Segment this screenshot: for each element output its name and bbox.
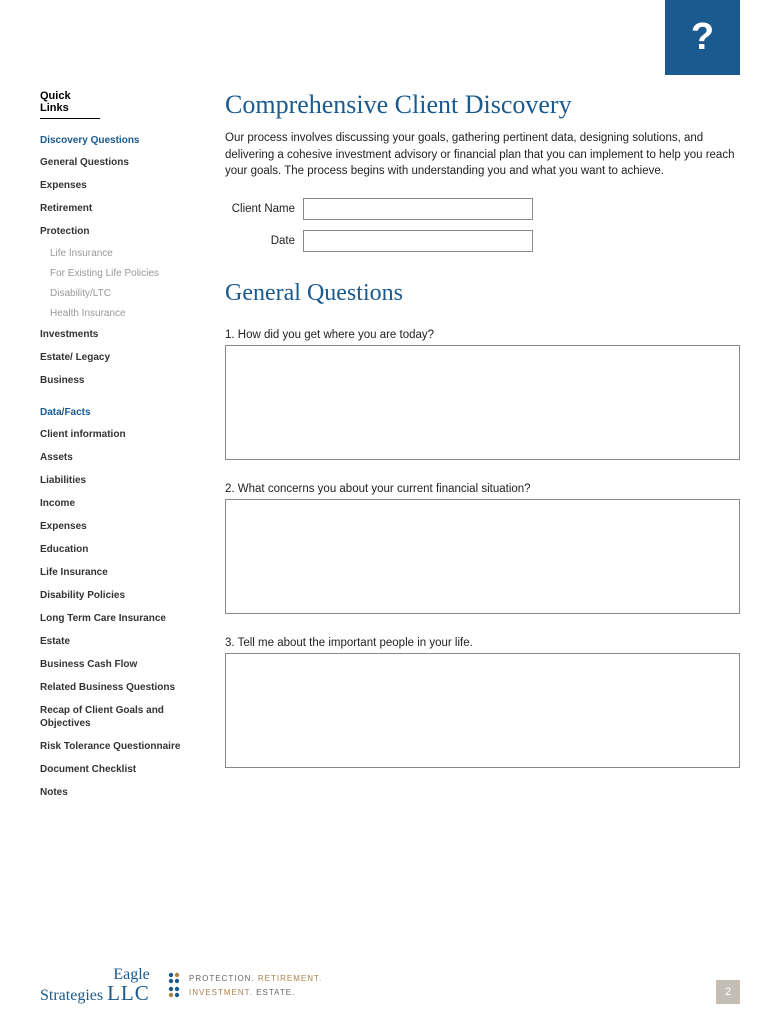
sidebar: Quick Links Discovery Questions General … (40, 90, 215, 809)
q2-label: 2. What concerns you about your current … (225, 483, 740, 495)
nav-general-questions[interactable]: General Questions (40, 156, 215, 169)
nav-life-insurance[interactable]: Life Insurance (50, 248, 215, 259)
nav-business[interactable]: Business (40, 374, 215, 387)
nav-risk-tolerance[interactable]: Risk Tolerance Questionnaire (40, 740, 215, 753)
nav-long-term-care[interactable]: Long Term Care Insurance (40, 612, 215, 625)
q1-textarea[interactable] (225, 345, 740, 460)
nav-recap-goals[interactable]: Recap of Client Goals and Objectives (40, 704, 215, 730)
nav-related-business[interactable]: Related Business Questions (40, 681, 215, 694)
q2-textarea[interactable] (225, 499, 740, 614)
nav-assets[interactable]: Assets (40, 451, 215, 464)
nav-existing-life[interactable]: For Existing Life Policies (50, 268, 215, 279)
tagline: PROTECTION. RETIREMENT. INVESTMENT. ESTA… (168, 972, 322, 1000)
footer: Eagle Strategies LLC PROTECTION. RETIREM… (40, 967, 740, 1004)
tag-protection: PROTECTION. (189, 974, 255, 983)
q3-textarea[interactable] (225, 653, 740, 768)
page-title: Comprehensive Client Discovery (225, 90, 740, 120)
dots-icon (168, 986, 182, 1000)
nav-notes[interactable]: Notes (40, 786, 215, 799)
page-number: 2 (716, 980, 740, 1004)
date-input[interactable] (303, 230, 533, 252)
logo-line-2b: LLC (107, 981, 150, 1005)
nav-disability-policies[interactable]: Disability Policies (40, 589, 215, 602)
nav-business-cash-flow[interactable]: Business Cash Flow (40, 658, 215, 671)
q3-label: 3. Tell me about the important people in… (225, 637, 740, 649)
nav-protection[interactable]: Protection (40, 225, 215, 238)
nav-life-insurance-2[interactable]: Life Insurance (40, 566, 215, 579)
section-title-general: General Questions (225, 280, 740, 307)
nav-estate[interactable]: Estate (40, 635, 215, 648)
nav-education[interactable]: Education (40, 543, 215, 556)
nav-client-info[interactable]: Client information (40, 428, 215, 441)
nav-expenses[interactable]: Expenses (40, 179, 215, 192)
nav-income[interactable]: Income (40, 497, 215, 510)
quick-links-heading: Quick Links (40, 90, 100, 119)
tag-retirement: RETIREMENT. (258, 974, 322, 983)
nav-liabilities[interactable]: Liabilities (40, 474, 215, 487)
nav-retirement[interactable]: Retirement (40, 202, 215, 215)
nav-disability-ltc[interactable]: Disability/LTC (50, 288, 215, 299)
date-label: Date (225, 235, 303, 247)
help-tab[interactable]: ? (665, 0, 740, 75)
nav-health-insurance[interactable]: Health Insurance (50, 308, 215, 319)
client-name-input[interactable] (303, 198, 533, 220)
tag-estate: ESTATE. (256, 988, 295, 997)
dots-icon (168, 972, 182, 986)
client-name-label: Client Name (225, 203, 303, 215)
logo-line-2a: Strategies (40, 987, 103, 1004)
tag-investment: INVESTMENT. (189, 988, 253, 997)
logo: Eagle Strategies LLC (40, 967, 150, 1004)
main-content: Comprehensive Client Discovery Our proce… (215, 90, 740, 809)
q1-label: 1. How did you get where you are today? (225, 329, 740, 341)
nav-estate-legacy[interactable]: Estate/ Legacy (40, 351, 215, 364)
nav-header-data-facts[interactable]: Data/Facts (40, 407, 215, 418)
intro-text: Our process involves discussing your goa… (225, 130, 740, 180)
nav-header-discovery[interactable]: Discovery Questions (40, 135, 215, 146)
nav-investments[interactable]: Investments (40, 328, 215, 341)
nav-expenses-2[interactable]: Expenses (40, 520, 215, 533)
nav-document-checklist[interactable]: Document Checklist (40, 763, 215, 776)
question-icon: ? (691, 16, 714, 59)
